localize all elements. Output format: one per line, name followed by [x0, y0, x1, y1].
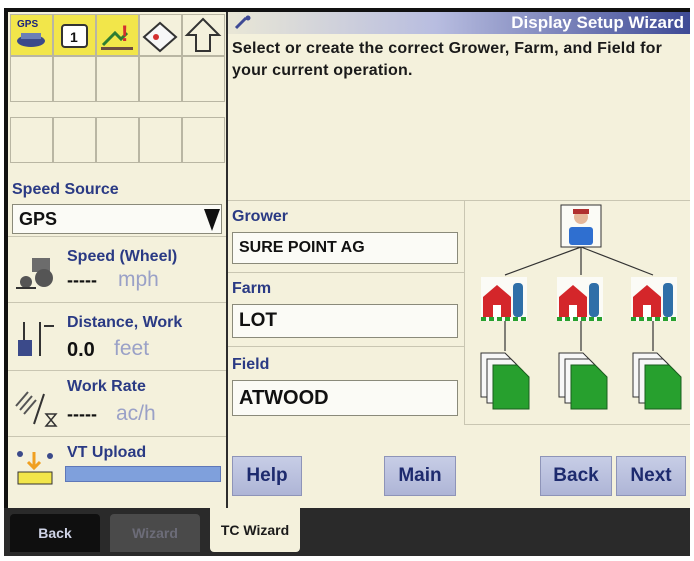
field-node-icon[interactable]: [480, 352, 530, 410]
farm-node-icon[interactable]: [481, 277, 527, 321]
tab-bar: Back Wizard TC Wizard: [4, 508, 690, 556]
speed-unit: mph: [118, 268, 159, 291]
satellite-icon: [234, 15, 251, 30]
empty-slot[interactable]: [96, 56, 139, 102]
tab-back[interactable]: Back: [10, 514, 100, 552]
grower-field[interactable]: SURE POINT AG: [232, 232, 458, 264]
distance-value: 0.0: [67, 339, 95, 361]
farm-node-icon[interactable]: [557, 277, 603, 321]
work-rate-value: -----: [67, 404, 97, 424]
wizard-panel: Display Setup Wizard Select or create th…: [228, 12, 690, 508]
vt-upload-label: VT Upload: [67, 444, 147, 461]
vt-upload-progress-fill: [66, 467, 220, 481]
empty-slot[interactable]: [10, 117, 53, 163]
farm-field[interactable]: LOT: [232, 304, 458, 338]
display-screen: GPS 1 ! Speed Source GPS Speed (Wheel) -…: [4, 8, 690, 556]
title-bar: Display Setup Wizard: [228, 12, 690, 34]
vt-upload-progress-bar: [65, 466, 221, 482]
compass-tag-icon[interactable]: [139, 14, 182, 56]
gff-form: Grower SURE POINT AG Farm LOT Field ATWO…: [228, 200, 464, 425]
gff-hierarchy-diagram: [464, 200, 690, 425]
back-button[interactable]: Back: [540, 456, 612, 496]
speed-source-value: GPS: [19, 209, 58, 229]
empty-slot[interactable]: [182, 117, 225, 163]
empty-slot[interactable]: [182, 56, 225, 102]
distance-title: Distance, Work: [67, 314, 183, 331]
field-label: Field: [232, 356, 270, 373]
distance-unit: feet: [114, 337, 150, 360]
farm-label: Farm: [232, 280, 272, 297]
work-rate-icon: [15, 391, 58, 427]
vt-upload-icon: [17, 451, 53, 485]
tab-tc-wizard[interactable]: TC Wizard: [210, 508, 300, 552]
farm-node-icon[interactable]: [631, 277, 677, 321]
speed-title: Speed (Wheel): [67, 248, 178, 265]
alarm-icon[interactable]: !: [96, 14, 139, 56]
empty-slot[interactable]: [139, 117, 182, 163]
distance-icon: [18, 322, 54, 356]
field-field[interactable]: ATWOOD: [232, 380, 458, 416]
svg-text:!: !: [121, 21, 128, 46]
chevron-down-icon: [204, 209, 220, 231]
empty-slot[interactable]: [139, 56, 182, 102]
gps-receiver-icon[interactable]: GPS: [10, 14, 53, 56]
empty-slot[interactable]: [10, 56, 53, 102]
empty-slot[interactable]: [53, 56, 96, 102]
speed-source-select[interactable]: GPS: [12, 204, 222, 234]
speed-value: -----: [67, 270, 97, 290]
field-node-icon[interactable]: [632, 352, 682, 410]
next-button[interactable]: Next: [616, 456, 686, 496]
tab-wizard[interactable]: Wizard: [110, 514, 200, 552]
svg-text:GPS: GPS: [17, 19, 38, 30]
empty-slot[interactable]: [96, 117, 139, 163]
tractor-speed-icon: [16, 258, 53, 289]
up-arrow-icon[interactable]: [182, 14, 225, 56]
help-button[interactable]: Help: [232, 456, 302, 496]
work-rate-title: Work Rate: [67, 378, 146, 395]
main-button[interactable]: Main: [384, 456, 456, 496]
empty-slot[interactable]: [53, 117, 96, 163]
left-status-panel: GPS 1 ! Speed Source GPS Speed (Wheel) -…: [8, 12, 228, 508]
page-one-icon[interactable]: 1: [53, 14, 96, 56]
work-rate-unit: ac/h: [116, 402, 156, 425]
speed-source-label: Speed Source: [12, 181, 119, 198]
instruction-text: Select or create the correct Grower, Far…: [232, 40, 663, 79]
window-title: Display Setup Wizard: [511, 13, 684, 32]
grower-label: Grower: [232, 208, 289, 225]
svg-text:1: 1: [70, 29, 78, 45]
field-node-icon[interactable]: [558, 352, 608, 410]
grower-node-icon[interactable]: [560, 204, 602, 248]
